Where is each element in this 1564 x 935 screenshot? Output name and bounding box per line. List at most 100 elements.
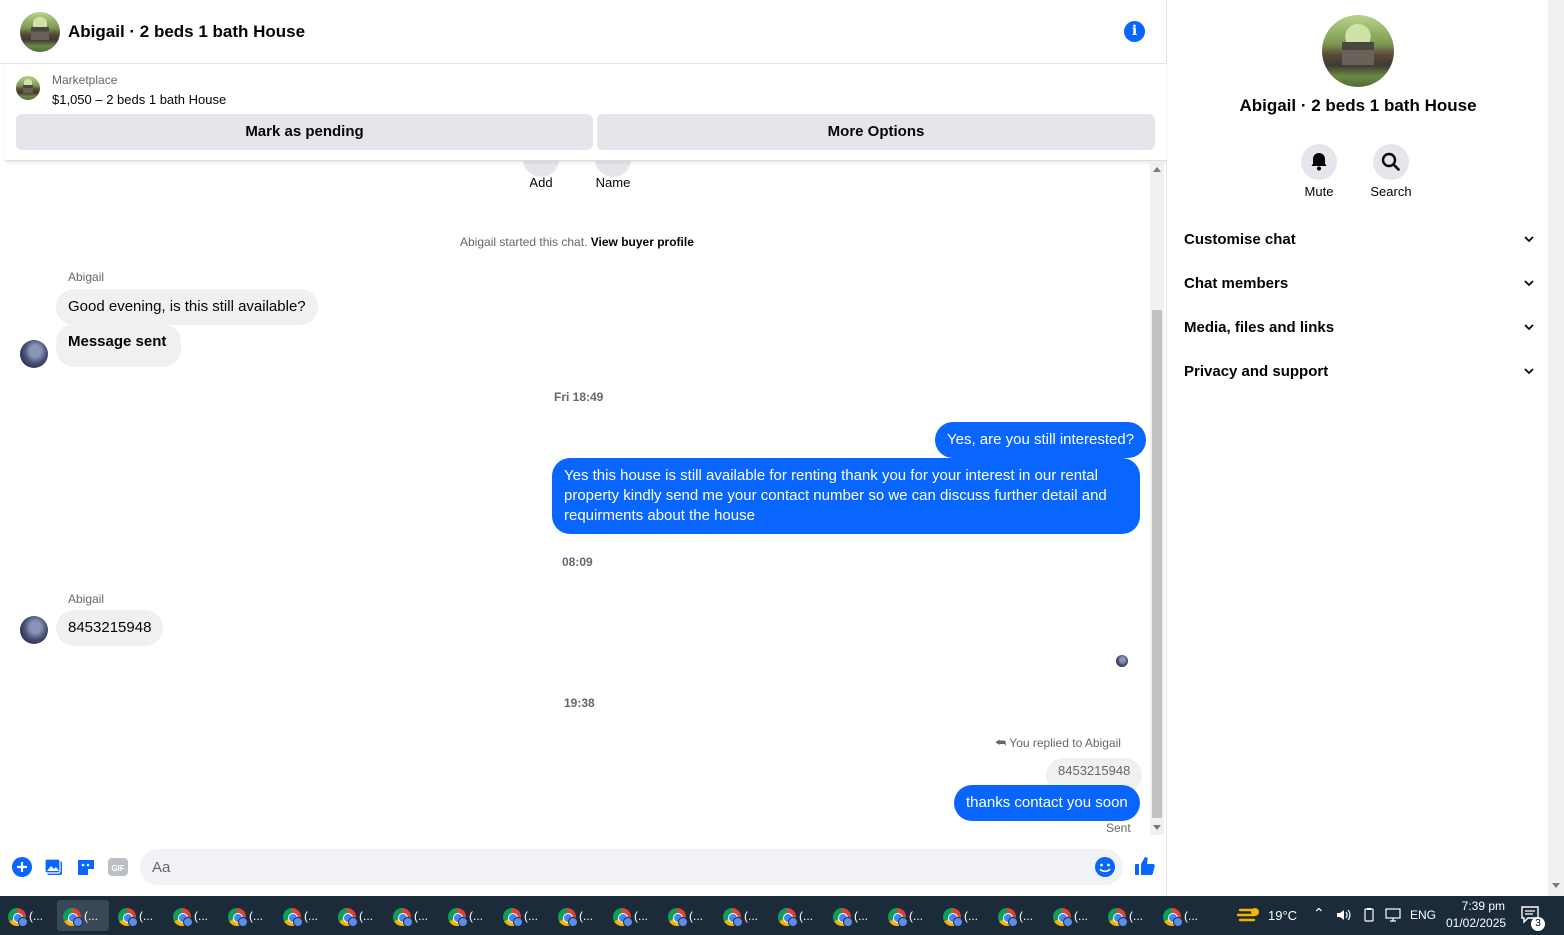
info-icon[interactable]: i [1124, 21, 1145, 42]
profile-badge-icon [348, 917, 358, 927]
profile-avatar[interactable] [1322, 15, 1394, 87]
profile-badge-icon [1173, 917, 1183, 927]
taskbar-chrome-window[interactable]: (... [827, 900, 879, 931]
incoming-message[interactable]: 8453215948 [56, 610, 164, 646]
battery-icon[interactable] [1362, 908, 1376, 922]
sender-avatar[interactable] [20, 340, 48, 368]
taskbar-chrome-window[interactable]: (... [1047, 900, 1099, 931]
mute-button[interactable] [1301, 144, 1337, 180]
mute-label: Mute [1304, 184, 1334, 199]
taskbar-app-label: (... [469, 909, 483, 923]
chevron-up-icon[interactable]: ⌃ [1313, 905, 1325, 922]
scroll-thumb[interactable] [1152, 310, 1162, 818]
photo-icon[interactable] [43, 856, 65, 878]
taskbar-chrome-window[interactable]: (... [717, 900, 769, 931]
volume-icon[interactable] [1336, 908, 1352, 922]
scroll-up-arrow[interactable] [1153, 167, 1161, 172]
section-media-files-links[interactable]: Media, files and links [1184, 309, 1534, 349]
notification-count-badge: 3 [1531, 917, 1545, 931]
taskbar-chrome-window[interactable]: (... [442, 900, 494, 931]
mark-as-pending-button[interactable]: Mark as pending [16, 114, 593, 150]
taskbar-app-label: (... [1129, 909, 1143, 923]
network-icon[interactable] [1385, 908, 1401, 922]
temperature[interactable]: 19°C [1268, 908, 1297, 923]
listing-title[interactable]: $1,050 – 2 beds 1 bath House [52, 92, 226, 107]
taskbar-chrome-window[interactable]: (... [167, 900, 219, 931]
profile-badge-icon [238, 917, 248, 927]
section-label: Chat members [1184, 275, 1289, 292]
clock-time[interactable]: 7:39 pm [1455, 899, 1505, 913]
search-label: Search [1370, 184, 1412, 199]
message-input[interactable] [140, 849, 1123, 885]
emoji-icon[interactable] [1094, 856, 1116, 878]
taskbar-chrome-window[interactable]: (... [222, 900, 274, 931]
thumbs-up-icon[interactable] [1133, 854, 1157, 878]
listing-source: Marketplace [52, 73, 118, 87]
search-icon [1381, 152, 1400, 171]
taskbar-chrome-window[interactable]: (... [992, 900, 1044, 931]
section-chat-members[interactable]: Chat members [1184, 265, 1534, 305]
language-indicator[interactable]: ENG [1410, 908, 1436, 922]
replied-to-text: You replied to Abigail [1009, 736, 1121, 750]
message-scrollbar[interactable] [1150, 163, 1164, 835]
taskbar-chrome-window[interactable]: (... [1102, 900, 1154, 931]
page-scroll-down-arrow[interactable] [1552, 883, 1560, 888]
taskbar-chrome-window[interactable]: (... [772, 900, 824, 931]
view-buyer-profile-link[interactable]: View buyer profile [591, 235, 694, 249]
profile-badge-icon [403, 917, 413, 927]
outgoing-message[interactable]: thanks contact you soon [954, 785, 1140, 821]
clock-date[interactable]: 01/02/2025 [1446, 916, 1506, 930]
taskbar-app-label: (... [359, 909, 373, 923]
taskbar-chrome-window[interactable]: (... [662, 900, 714, 931]
profile-badge-icon [1063, 917, 1073, 927]
taskbar-chrome-window[interactable]: (... [937, 900, 989, 931]
outgoing-message[interactable]: Yes this house is still available for re… [552, 458, 1140, 534]
conversation-avatar[interactable] [20, 12, 60, 52]
taskbar-app-label: (... [579, 909, 593, 923]
taskbar-app-label: (... [799, 909, 813, 923]
taskbar-chrome-window[interactable]: (... [882, 900, 934, 931]
taskbar-chrome-window[interactable]: (... [607, 900, 659, 931]
taskbar-app-label: (... [304, 909, 318, 923]
incoming-message[interactable]: Message sent [56, 324, 182, 367]
profile-badge-icon [733, 917, 743, 927]
gif-icon[interactable]: GIF [107, 856, 129, 878]
section-customise-chat[interactable]: Customise chat [1184, 221, 1534, 261]
sender-avatar[interactable] [20, 616, 48, 644]
profile-badge-icon [1008, 917, 1018, 927]
taskbar-chrome-window[interactable]: (... [277, 900, 329, 931]
timestamp: Fri 18:49 [554, 390, 604, 404]
reply-arrow-icon: ⮪ [995, 736, 1007, 750]
taskbar-chrome-window[interactable]: (... [497, 900, 549, 931]
taskbar-chrome-window[interactable]: (... [332, 900, 384, 931]
conversation-title[interactable]: Abigail · 2 beds 1 bath House [68, 22, 305, 42]
scroll-down-arrow[interactable] [1153, 825, 1161, 830]
taskbar-chrome-window[interactable]: (... [112, 900, 164, 931]
weather-icon[interactable] [1236, 906, 1260, 926]
taskbar-chrome-window[interactable]: (... [57, 900, 109, 931]
outgoing-message[interactable]: Yes, are you still interested? [935, 422, 1147, 458]
taskbar-app-label: (... [689, 909, 703, 923]
taskbar-app-label: (... [84, 909, 98, 923]
sticker-icon[interactable] [75, 856, 97, 878]
taskbar-chrome-window[interactable]: (... [1157, 900, 1209, 931]
taskbar-chrome-window[interactable]: (... [387, 900, 439, 931]
chat-started-text: Abigail started this chat. [460, 235, 588, 249]
listing-thumbnail[interactable] [16, 76, 40, 100]
plus-icon[interactable] [11, 856, 33, 878]
profile-badge-icon [73, 917, 83, 927]
taskbar-chrome-window[interactable]: (... [552, 900, 604, 931]
incoming-message[interactable]: Good evening, is this still available? [56, 289, 318, 325]
taskbar-app-label: (... [744, 909, 758, 923]
windows-taskbar: (... (... (... (... (... (... (... (... (... (...… [0, 896, 1564, 935]
search-button[interactable] [1373, 144, 1409, 180]
profile-badge-icon [293, 917, 303, 927]
taskbar-chrome-window[interactable]: (... [2, 900, 54, 931]
section-privacy-support[interactable]: Privacy and support [1184, 353, 1534, 393]
profile-badge-icon [1118, 917, 1128, 927]
message-status: Sent [1106, 821, 1131, 835]
taskbar-app-label: (... [29, 909, 43, 923]
more-options-button[interactable]: More Options [597, 114, 1155, 150]
chat-header: Abigail · 2 beds 1 bath House i [0, 0, 1167, 64]
page-scrollbar[interactable] [1548, 0, 1564, 896]
